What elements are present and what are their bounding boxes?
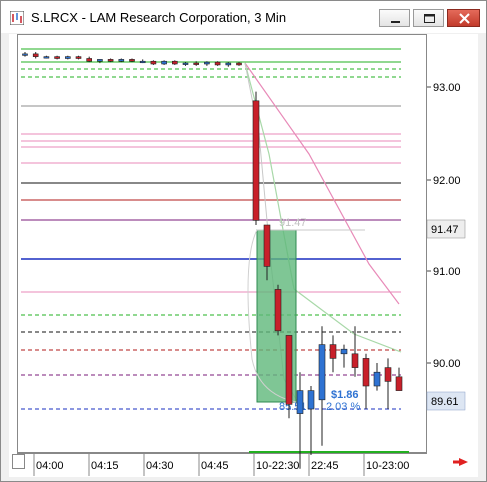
close-icon (459, 13, 470, 24)
chart-app-icon (10, 11, 24, 25)
candle[interactable] (54, 56, 60, 59)
time-label: 10-22:30 (256, 460, 299, 472)
change-dollar-label: $1.86 (331, 389, 359, 401)
minimize-button[interactable] (379, 9, 410, 27)
session-marker (249, 451, 409, 453)
candle[interactable] (285, 335, 293, 405)
candle[interactable] (214, 61, 221, 66)
time-label: 04:15 (91, 460, 119, 472)
corner-toggle[interactable] (12, 454, 25, 469)
window-title: S.LRCX - LAM Research Corporation, 3 Min (31, 10, 287, 25)
maximize-button[interactable] (413, 9, 444, 27)
candle[interactable] (225, 62, 232, 66)
candle[interactable] (75, 56, 82, 59)
chart-canvas (9, 34, 478, 477)
price-tick-label: 92.00 (433, 175, 461, 187)
candle[interactable] (22, 53, 28, 56)
minimize-icon (391, 21, 400, 23)
time-label: 04:30 (146, 460, 174, 472)
marked-price-label: 91.47 (431, 224, 459, 236)
price-tick-label: 93.00 (433, 82, 461, 94)
restore-icon (424, 14, 435, 23)
candle[interactable] (384, 367, 392, 382)
candle[interactable] (351, 353, 359, 368)
candle[interactable] (161, 60, 167, 65)
candle[interactable] (329, 344, 337, 359)
candle[interactable] (172, 60, 178, 65)
candle[interactable] (362, 358, 370, 387)
title-bar[interactable]: S.LRCX - LAM Research Corporation, 3 Min (1, 1, 486, 33)
candle[interactable] (318, 344, 326, 401)
candle[interactable] (32, 53, 39, 57)
price-chart[interactable]: 91.47 $1.86 2.03 % 85.51 93.00 92.00 91.… (9, 34, 478, 477)
candle[interactable] (86, 58, 92, 62)
candle[interactable] (150, 60, 157, 65)
candle[interactable] (274, 289, 282, 332)
time-label: 04:45 (201, 460, 229, 472)
candle[interactable] (139, 60, 146, 64)
candle[interactable] (107, 59, 114, 62)
time-label: 10-23:00 (366, 460, 409, 472)
candle[interactable] (64, 56, 71, 59)
candle[interactable] (129, 59, 135, 62)
candle[interactable] (395, 376, 403, 391)
candle[interactable] (193, 62, 199, 65)
candle[interactable] (252, 100, 260, 221)
time-label: 22:45 (311, 460, 339, 472)
time-label: 04:00 (36, 460, 64, 472)
candle[interactable] (182, 62, 189, 65)
candle[interactable] (97, 59, 103, 62)
candle[interactable] (373, 371, 381, 387)
candle[interactable] (43, 56, 50, 59)
price-tick-label: 90.00 (433, 358, 461, 370)
price-tick-label: 91.00 (433, 266, 461, 278)
chart-window: S.LRCX - LAM Research Corporation, 3 Min (0, 0, 487, 482)
candle[interactable] (204, 61, 210, 65)
candle[interactable] (236, 62, 242, 66)
change-pct-label: 2.03 % (326, 401, 360, 413)
close-button[interactable] (447, 9, 480, 27)
candle[interactable] (296, 390, 304, 414)
candle[interactable] (118, 59, 125, 62)
current-price-label: 89.61 (431, 396, 459, 408)
hover-price-label: 91.47 (279, 217, 307, 229)
candle[interactable] (340, 348, 348, 355)
candle[interactable] (307, 390, 315, 410)
candle[interactable] (263, 224, 271, 267)
